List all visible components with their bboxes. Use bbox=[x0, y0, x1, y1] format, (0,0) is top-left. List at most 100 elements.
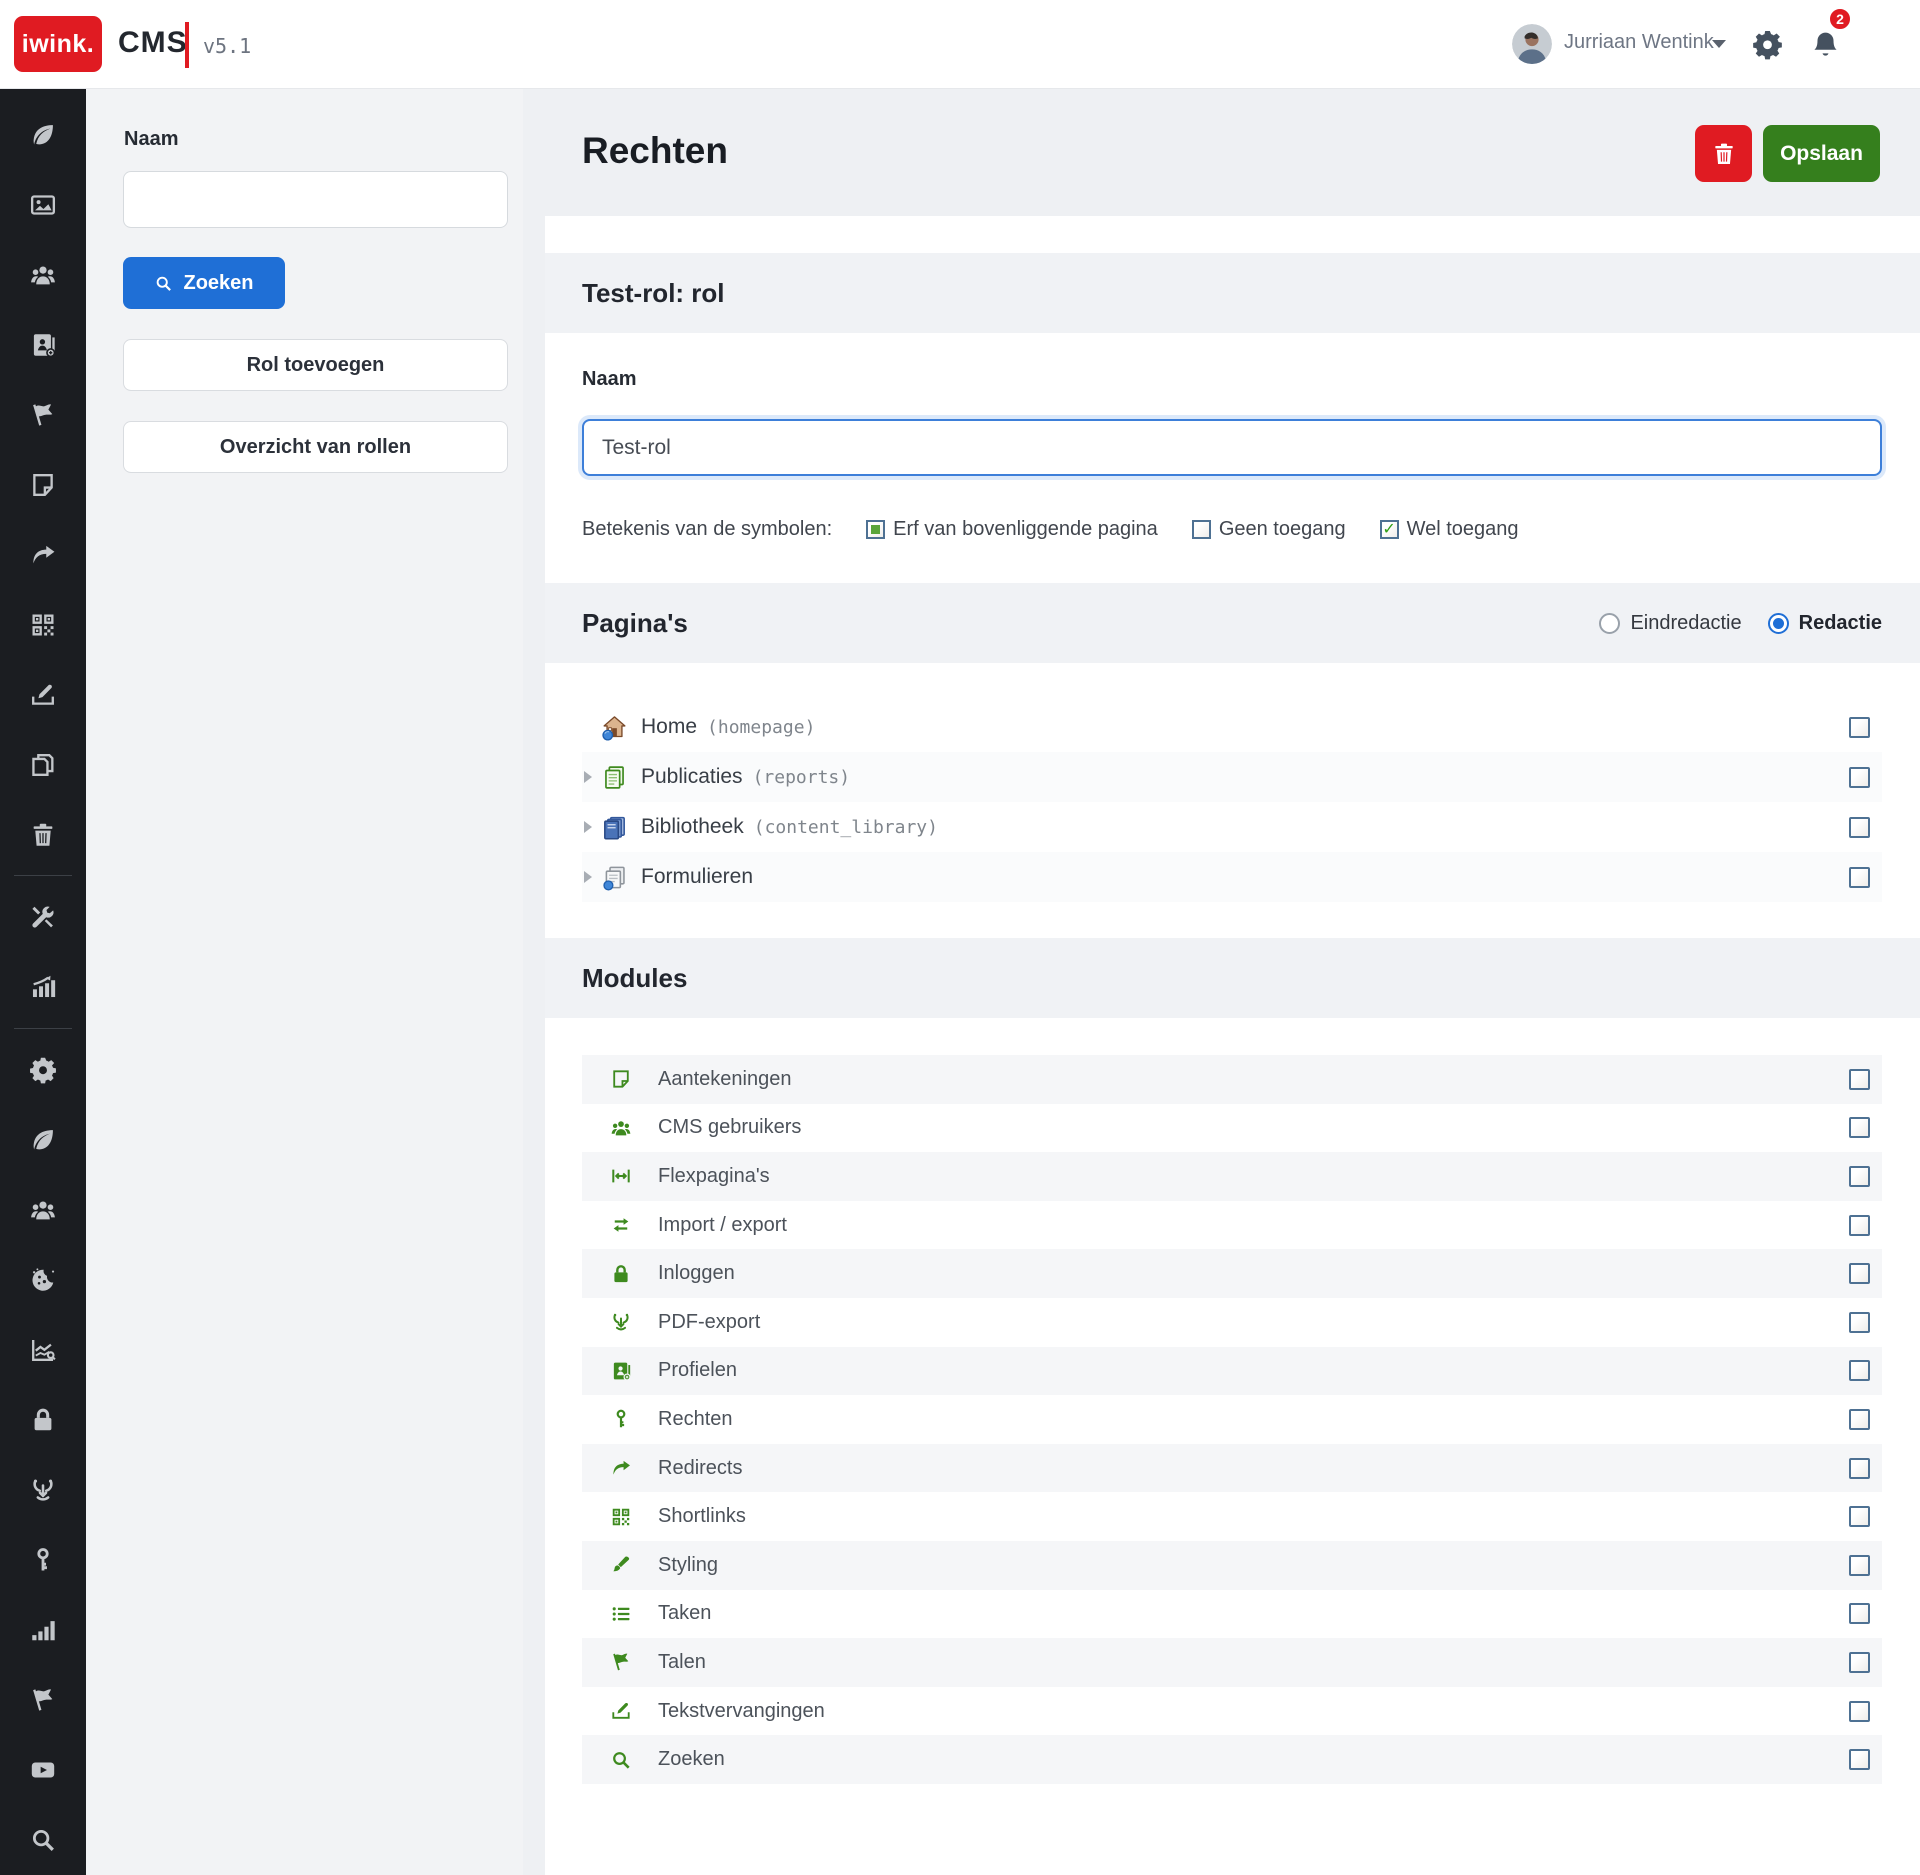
sidebar-item-trash[interactable] bbox=[0, 800, 86, 870]
module-access-checkbox[interactable] bbox=[1849, 1263, 1870, 1284]
module-row-shortlinks: Shortlinks bbox=[582, 1492, 1882, 1541]
zoeken-button[interactable]: Zoeken bbox=[123, 257, 285, 309]
module-row-taken: Taken bbox=[582, 1590, 1882, 1639]
iwink-logo[interactable]: iwink. bbox=[14, 16, 102, 72]
expand-caret-icon[interactable] bbox=[584, 771, 592, 783]
module-access-checkbox[interactable] bbox=[1849, 1749, 1870, 1770]
role-naam-input[interactable] bbox=[582, 419, 1882, 476]
line-chart-icon bbox=[29, 1336, 57, 1364]
expand-caret-icon[interactable] bbox=[584, 871, 592, 883]
role-search-input[interactable] bbox=[123, 171, 508, 228]
module-access-checkbox[interactable] bbox=[1849, 1166, 1870, 1187]
delete-role-button[interactable] bbox=[1695, 125, 1752, 182]
sidebar-item-signal-bars[interactable] bbox=[0, 1595, 86, 1665]
module-access-checkbox[interactable] bbox=[1849, 1603, 1870, 1624]
image-icon bbox=[29, 191, 57, 219]
module-label: Styling bbox=[658, 1554, 718, 1577]
sidebar-item-leaf[interactable] bbox=[0, 1105, 86, 1175]
page-access-checkbox[interactable] bbox=[1849, 767, 1870, 788]
sidebar-item-redirect-arrow[interactable] bbox=[0, 520, 86, 590]
sidebar-item-image[interactable] bbox=[0, 170, 86, 240]
module-access-checkbox[interactable] bbox=[1849, 1312, 1870, 1333]
module-label: Talen bbox=[658, 1651, 706, 1674]
radio-eindredactie[interactable]: Eindredactie bbox=[1599, 612, 1741, 635]
logo-text: iwink. bbox=[22, 30, 94, 59]
legend-item-inherit: Erf van bovenliggende pagina bbox=[866, 518, 1158, 541]
gear-icon bbox=[29, 1056, 57, 1084]
app-name: CMS bbox=[118, 26, 188, 60]
module-label: PDF-export bbox=[658, 1311, 760, 1334]
page-access-checkbox[interactable] bbox=[1849, 867, 1870, 888]
overzicht-van-rollen-button[interactable]: Overzicht van rollen bbox=[123, 421, 508, 473]
page-label[interactable]: Formulieren bbox=[641, 865, 753, 889]
page-label[interactable]: Publicaties bbox=[641, 765, 743, 789]
sidebar-item-users[interactable] bbox=[0, 1175, 86, 1245]
sidebar-item-note[interactable] bbox=[0, 450, 86, 520]
legend-inherit-checkbox-icon bbox=[866, 520, 885, 539]
notification-badge[interactable]: 2 bbox=[1828, 7, 1852, 31]
modules-band: Modules bbox=[545, 938, 1920, 1018]
owl-icon bbox=[610, 1311, 632, 1333]
sidebar-item-leaf[interactable] bbox=[0, 100, 86, 170]
module-access-checkbox[interactable] bbox=[1849, 1117, 1870, 1138]
sidebar-item-copy-pages[interactable] bbox=[0, 730, 86, 800]
sidebar-item-qr-code[interactable] bbox=[0, 590, 86, 660]
sidebar-item-chart-up[interactable] bbox=[0, 952, 86, 1022]
user-menu[interactable]: Jurriaan Wentink bbox=[1564, 31, 1714, 54]
sidebar-item-line-chart[interactable] bbox=[0, 1315, 86, 1385]
users-icon bbox=[29, 261, 57, 289]
module-access-checkbox[interactable] bbox=[1849, 1701, 1870, 1722]
page-label[interactable]: Home bbox=[641, 715, 697, 739]
radio-button[interactable] bbox=[1768, 613, 1789, 634]
rol-toevoegen-button[interactable]: Rol toevoegen bbox=[123, 339, 508, 391]
module-access-checkbox[interactable] bbox=[1849, 1555, 1870, 1576]
sidebar-item-users[interactable] bbox=[0, 240, 86, 310]
module-access-checkbox[interactable] bbox=[1849, 1409, 1870, 1430]
chevron-down-icon[interactable] bbox=[1712, 40, 1726, 48]
module-access-checkbox[interactable] bbox=[1849, 1215, 1870, 1236]
page-code: (homepage) bbox=[707, 717, 815, 738]
legend-item-none: Geen toegang bbox=[1192, 518, 1346, 541]
sidebar-item-youtube[interactable] bbox=[0, 1735, 86, 1805]
forms-icon bbox=[601, 864, 628, 891]
user-avatar[interactable] bbox=[1512, 24, 1552, 64]
search-panel: Naam Zoeken Rol toevoegen Overzicht van … bbox=[86, 88, 523, 1875]
module-access-checkbox[interactable] bbox=[1849, 1652, 1870, 1673]
sidebar-item-key[interactable] bbox=[0, 1525, 86, 1595]
sidebar-item-search[interactable] bbox=[0, 1805, 86, 1875]
sidebar-item-owl[interactable] bbox=[0, 1455, 86, 1525]
sidebar-item-contacts[interactable] bbox=[0, 310, 86, 380]
radio-label: Eindredactie bbox=[1630, 612, 1741, 635]
library-icon bbox=[601, 814, 628, 841]
sidebar-item-flag[interactable] bbox=[0, 380, 86, 450]
sidebar-item-tools[interactable] bbox=[0, 882, 86, 952]
radio-redactie[interactable]: Redactie bbox=[1768, 612, 1882, 635]
module-access-checkbox[interactable] bbox=[1849, 1069, 1870, 1090]
sidebar-item-flag[interactable] bbox=[0, 1665, 86, 1735]
sidebar-item-lock[interactable] bbox=[0, 1385, 86, 1455]
page-label[interactable]: Bibliotheek bbox=[641, 815, 744, 839]
module-label: Tekstvervangingen bbox=[658, 1700, 825, 1723]
leaf-icon bbox=[29, 121, 57, 149]
opslaan-button[interactable]: Opslaan bbox=[1763, 125, 1880, 182]
page-access-checkbox[interactable] bbox=[1849, 717, 1870, 738]
publications-icon bbox=[601, 764, 628, 791]
module-label: Flexpagina's bbox=[658, 1165, 770, 1188]
sidebar-item-text-replace[interactable] bbox=[0, 660, 86, 730]
redirect-arrow-icon bbox=[29, 541, 57, 569]
module-access-checkbox[interactable] bbox=[1849, 1506, 1870, 1527]
lock-icon bbox=[29, 1406, 57, 1434]
role-card: Test-rol: rol Naam Betekenis van de symb… bbox=[545, 216, 1920, 1875]
module-label: Aantekeningen bbox=[658, 1068, 791, 1091]
expand-caret-icon[interactable] bbox=[584, 821, 592, 833]
radio-button[interactable] bbox=[1599, 613, 1620, 634]
caret-placeholder bbox=[584, 721, 592, 733]
settings-gear-button[interactable] bbox=[1752, 29, 1783, 60]
sidebar-item-cookie[interactable] bbox=[0, 1245, 86, 1315]
notifications-bell-button[interactable] bbox=[1810, 29, 1841, 60]
sidebar-item-gear[interactable] bbox=[0, 1035, 86, 1105]
module-access-checkbox[interactable] bbox=[1849, 1458, 1870, 1479]
module-access-checkbox[interactable] bbox=[1849, 1360, 1870, 1381]
module-row-talen: Talen bbox=[582, 1638, 1882, 1687]
page-access-checkbox[interactable] bbox=[1849, 817, 1870, 838]
